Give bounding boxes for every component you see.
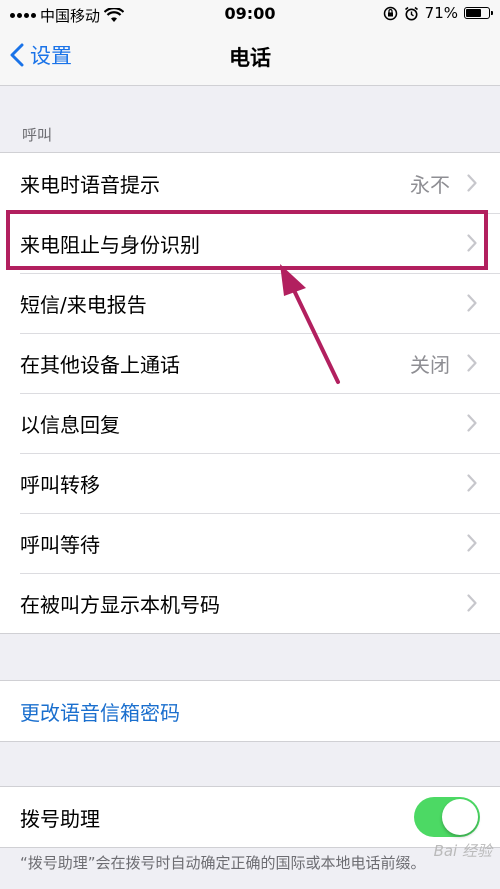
row-label: 在被叫方显示本机号码 (20, 592, 220, 617)
calls-settings-group: 来电时语音提示 永不 来电阻止与身份识别 短信/来电报告 在其他设备上通话 关闭… (0, 152, 500, 634)
chevron-right-icon (460, 414, 484, 432)
chevron-right-icon (460, 594, 484, 612)
row-label: 来电时语音提示 (20, 172, 160, 197)
row-call-forwarding[interactable]: 呼叫转移 (0, 453, 500, 513)
toggle-knob (442, 799, 478, 835)
section-header-calls: 呼叫 (22, 126, 53, 144)
row-calls-other-devices[interactable]: 在其他设备上通话 关闭 (0, 333, 500, 393)
battery-percent: 71% (424, 4, 458, 22)
watermark-text: Bai 经验 (433, 842, 492, 860)
row-label: 呼叫转移 (20, 472, 100, 497)
chevron-right-icon (460, 174, 484, 192)
voicemail-group: 更改语音信箱密码 (0, 680, 500, 742)
orientation-lock-icon (383, 6, 397, 20)
row-label: 短信/来电报告 (20, 292, 147, 317)
row-call-blocking-identification[interactable]: 来电阻止与身份识别 (0, 213, 500, 273)
status-right: 71% (383, 4, 493, 22)
status-bar: 中国移动 09:00 71% (0, 0, 500, 28)
row-label: 在其他设备上通话 (20, 352, 180, 377)
row-show-caller-id[interactable]: 在被叫方显示本机号码 (0, 573, 500, 633)
row-value: 关闭 (410, 352, 450, 377)
dial-assist-group: 拨号助理 (0, 786, 500, 848)
chevron-right-icon (460, 234, 484, 252)
row-respond-with-text[interactable]: 以信息回复 (0, 393, 500, 453)
dial-assist-footnote: “拨号助理”会在拨号时自动确定正确的国际或本地电话前缀。 (20, 854, 426, 872)
chevron-right-icon (460, 354, 484, 372)
chevron-right-icon (460, 534, 484, 552)
page-title: 电话 (229, 46, 271, 70)
row-dial-assist: 拨号助理 (0, 787, 500, 847)
chevron-right-icon (460, 474, 484, 492)
change-voicemail-password-button[interactable]: 更改语音信箱密码 (0, 681, 500, 741)
row-label: 以信息回复 (20, 412, 120, 437)
battery-icon (464, 7, 493, 19)
row-label: 来电阻止与身份识别 (20, 232, 200, 257)
alarm-icon (404, 6, 418, 20)
dial-assist-toggle[interactable] (414, 797, 480, 837)
navigation-bar: 设置 电话 (0, 28, 500, 86)
row-label: 拨号助理 (20, 806, 100, 831)
row-call-waiting[interactable]: 呼叫等待 (0, 513, 500, 573)
row-label: 更改语音信箱密码 (20, 700, 180, 725)
chevron-right-icon (460, 294, 484, 312)
row-announce-calls[interactable]: 来电时语音提示 永不 (0, 153, 500, 213)
row-value: 永不 (410, 172, 450, 197)
battery-fill (466, 9, 481, 17)
row-sms-call-reporting[interactable]: 短信/来电报告 (0, 273, 500, 333)
row-label: 呼叫等待 (20, 532, 100, 557)
